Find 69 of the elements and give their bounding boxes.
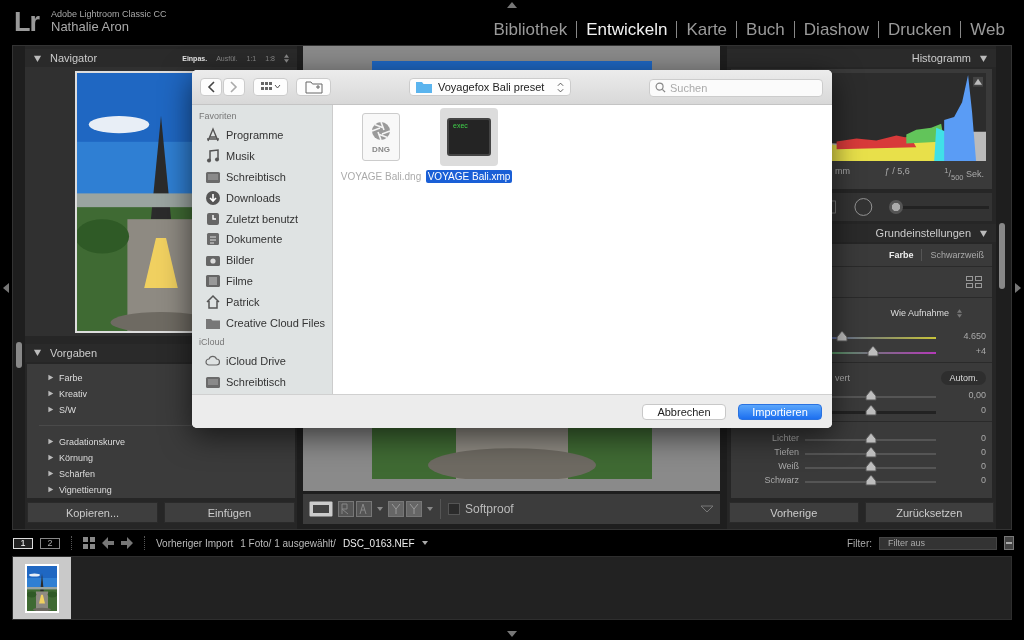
- window-view-button[interactable]: 1: [13, 537, 33, 549]
- selection-count: 1 Foto/ 1 ausgewählt/: [240, 537, 336, 549]
- app-logo: Lr: [14, 9, 39, 36]
- slider-value: 0: [980, 475, 986, 485]
- file-name[interactable]: VOYAGE Bali.xmp: [425, 170, 513, 183]
- treatment-option[interactable]: Farbe: [888, 250, 914, 260]
- preset-folder[interactable]: Körnung: [47, 449, 295, 466]
- sidebar-item[interactable]: Programme: [199, 125, 332, 146]
- panel-title: Grundeinstellungen: [875, 227, 971, 239]
- filter-dropdown[interactable]: Filter aus: [879, 536, 997, 550]
- sidebar-item[interactable]: Zuletzt benutzt: [199, 208, 332, 229]
- panel-header[interactable]: Histogramm: [727, 49, 996, 67]
- module-tab[interactable]: Karte: [677, 19, 737, 40]
- panel-button[interactable]: Zurücksetzen: [864, 502, 994, 523]
- panel-button[interactable]: Vorherige: [729, 502, 859, 523]
- auto-button[interactable]: Autom.: [941, 371, 986, 385]
- module-tab[interactable]: Diashow: [794, 19, 879, 40]
- slider-value: 0: [980, 404, 986, 415]
- sidebar-item[interactable]: Dokumente: [199, 229, 332, 250]
- sidebar-item[interactable]: Creative Cloud Files: [199, 312, 332, 333]
- search-field[interactable]: Suchen: [649, 79, 823, 97]
- sidebar-item[interactable]: Patrick: [199, 291, 332, 313]
- slider-label: Schwarz: [763, 475, 799, 485]
- location-dropdown[interactable]: Voyagefox Bali preset: [409, 78, 571, 96]
- slider-label: Weiß: [777, 461, 799, 471]
- module-tab[interactable]: Drucken: [879, 19, 961, 40]
- preset-folder[interactable]: Gradationskurve: [47, 433, 295, 450]
- panel-button[interactable]: Einfügen: [164, 502, 295, 523]
- slider-label: Lichter: [771, 433, 799, 443]
- sidebar-item[interactable]: Downloads: [199, 187, 332, 209]
- slider-value: 4.650: [962, 330, 986, 341]
- slider-value: 0: [980, 433, 986, 443]
- sidebar-item[interactable]: Filme: [199, 270, 332, 292]
- sidebar-item[interactable]: Schreibtisch: [199, 166, 332, 188]
- module-tab[interactable]: Entwickeln: [577, 19, 677, 40]
- treatment-option[interactable]: Schwarzweiß: [930, 250, 984, 260]
- user-name: Nathalie Aron: [51, 20, 131, 35]
- panel-title: Histogramm: [911, 52, 971, 64]
- slider-label: Tiefen: [773, 447, 799, 457]
- module-tab[interactable]: Bibliothek: [484, 19, 577, 40]
- panel-title: Vorgaben: [50, 346, 98, 359]
- preset-folder[interactable]: S/W: [47, 401, 295, 418]
- section-label: vert: [835, 373, 850, 383]
- filter-label: Filter:: [847, 537, 872, 549]
- sidebar-item[interactable]: Musik: [199, 145, 332, 167]
- preset-folder[interactable]: Schärfen: [47, 465, 295, 482]
- dialog-button[interactable]: Abbrechen: [642, 403, 726, 420]
- sidebar-item[interactable]: Bilder: [199, 249, 332, 271]
- dialog-button[interactable]: Importieren: [738, 403, 822, 420]
- exif-info: ƒ / 5,6: [884, 166, 910, 178]
- exif-info: $^{1}$/$_{500}$ Sek.: [944, 166, 984, 182]
- checkbox-label: Softproof: [465, 502, 514, 516]
- source-label: Vorheriger Import: [156, 537, 234, 549]
- module-tab[interactable]: Buch: [737, 19, 794, 40]
- module-tab[interactable]: Web: [961, 19, 1014, 40]
- slider-value: 0: [980, 447, 986, 457]
- slider-value: 0,00: [967, 389, 986, 400]
- window-view-button[interactable]: 2: [40, 537, 60, 549]
- slider-value: 0: [980, 461, 986, 471]
- sidebar-heading: Favoriten: [199, 111, 238, 123]
- preset-folder[interactable]: Vignettierung: [47, 481, 295, 498]
- panel-title: Navigator: [50, 52, 98, 64]
- slider-value: +4: [974, 345, 986, 356]
- balance-preset-dropdown[interactable]: Wie Aufnahme: [890, 308, 949, 318]
- panel-button[interactable]: Kopieren...: [27, 502, 158, 523]
- exif-info: mm: [835, 166, 850, 178]
- product-name: Adobe Lightroom Classic CC: [51, 10, 167, 21]
- file-name-menu[interactable]: DSC_0163.NEF: [342, 537, 415, 549]
- raw-file-icon: DNG: [362, 113, 400, 161]
